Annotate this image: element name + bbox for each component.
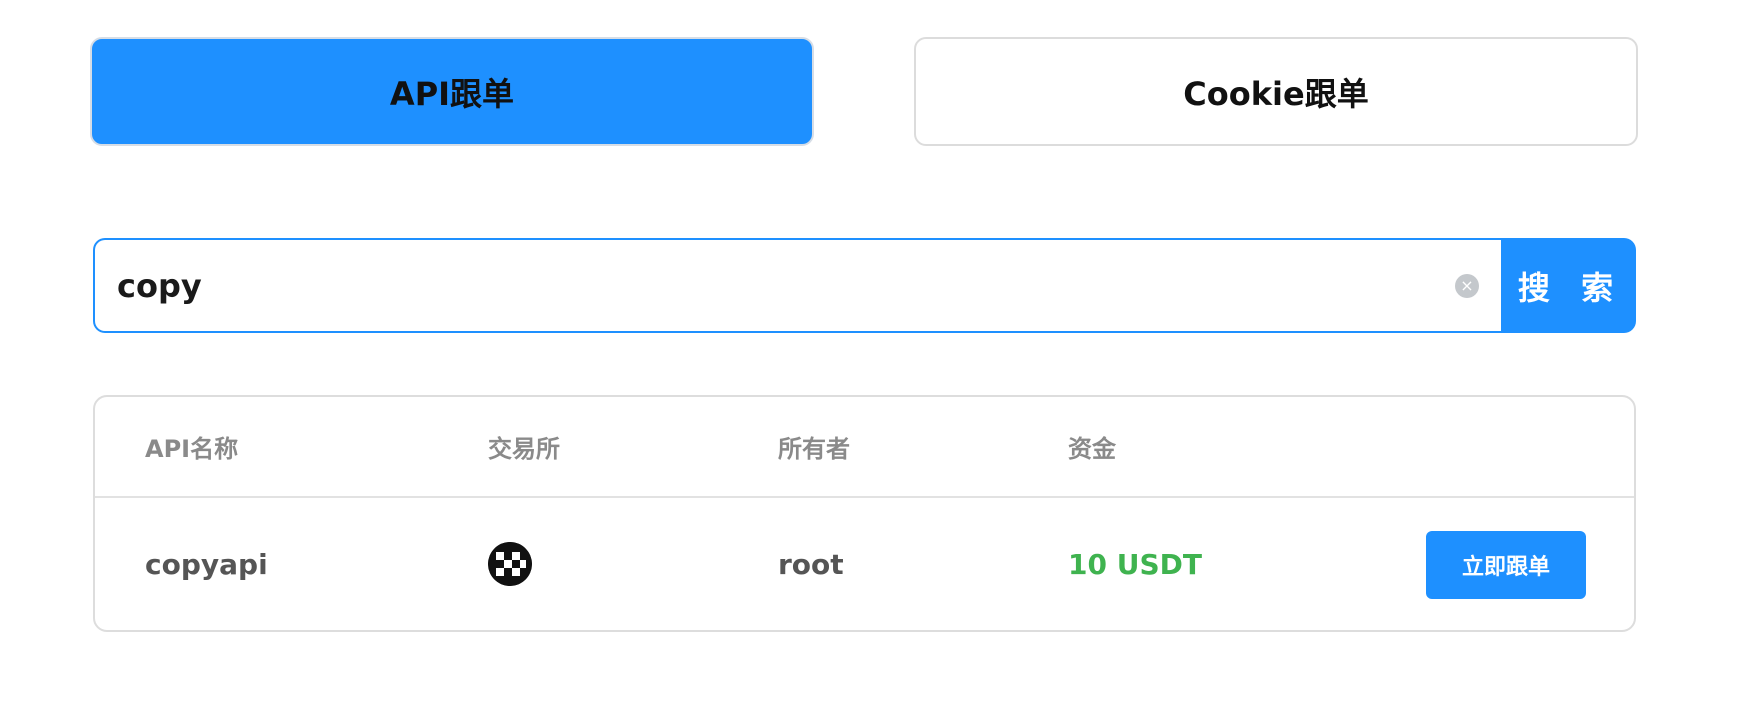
table-row: copyapi root 10 USDT 立即跟单: [95, 498, 1634, 630]
column-header-api-name: API名称: [145, 435, 239, 463]
okx-logo-icon: [488, 542, 532, 586]
column-header-exchange: 交易所: [488, 435, 560, 463]
search-bar: × 搜 索: [93, 238, 1636, 333]
tab-cookie-copy-trading[interactable]: Cookie跟单: [914, 37, 1638, 146]
cell-funds: 10 USDT: [1068, 547, 1202, 581]
tab-api-copy-trading[interactable]: API跟单: [90, 37, 814, 146]
cell-exchange: [488, 498, 532, 630]
cell-owner: root: [778, 547, 844, 581]
follow-now-button[interactable]: 立即跟单: [1426, 531, 1586, 599]
table-header: API名称 交易所 所有者 资金: [95, 397, 1634, 498]
tab-api-label: API跟单: [389, 74, 515, 113]
column-header-funds: 资金: [1068, 435, 1116, 463]
tab-cookie-label: Cookie跟单: [1183, 74, 1369, 113]
search-button[interactable]: 搜 索: [1501, 238, 1636, 333]
clear-icon[interactable]: ×: [1455, 273, 1479, 298]
api-table: API名称 交易所 所有者 资金 copyapi root 10 USDT 立即…: [93, 395, 1636, 632]
search-box: ×: [93, 238, 1501, 333]
page: API跟单 Cookie跟单 × 搜 索 API名称 交易所 所有者 资金 co…: [0, 0, 1752, 706]
cell-api-name: copyapi: [145, 547, 268, 581]
search-input[interactable]: [117, 266, 1455, 305]
column-header-owner: 所有者: [778, 435, 850, 463]
